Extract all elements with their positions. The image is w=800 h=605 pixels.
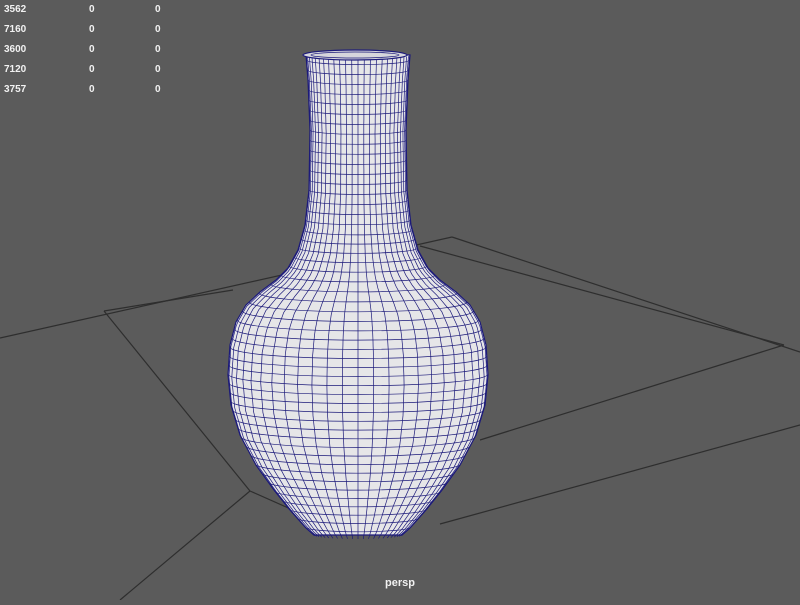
hud-value: 0 [89,64,95,75]
hud-value: 0 [155,24,161,35]
hud-value: 0 [155,44,161,55]
camera-label: persp [385,577,415,589]
hud-value: 0 [89,44,95,55]
hud-value: 0 [155,84,161,95]
poly-count-hud: 3562 0 0 7160 0 0 3600 0 0 7120 0 0 3757… [4,0,185,100]
hud-row: 3600 0 0 [4,40,185,60]
hud-value: 0 [89,24,95,35]
vase-mesh[interactable] [227,49,489,539]
hud-value: 3562 [4,4,27,15]
grid-line [439,424,800,525]
hud-row: 7120 0 0 [4,60,185,80]
hud-value: 3600 [4,44,27,55]
vase-rim [302,49,408,61]
hud-row: 3562 0 0 [4,0,185,20]
grid-line [479,344,785,441]
hud-value: 7160 [4,24,27,35]
hud-value: 0 [155,4,161,15]
grid-line [103,289,234,312]
hud-value: 0 [155,64,161,75]
hud-value: 0 [89,84,95,95]
hud-row: 3757 0 0 [4,80,185,100]
grid-line [103,310,251,492]
viewport-3d[interactable]: 3562 0 0 7160 0 0 3600 0 0 7120 0 0 3757… [0,0,800,601]
hud-value: 7120 [4,64,27,75]
hud-row: 7160 0 0 [4,20,185,40]
hud-value: 3757 [4,84,27,95]
hud-value: 0 [89,4,95,15]
